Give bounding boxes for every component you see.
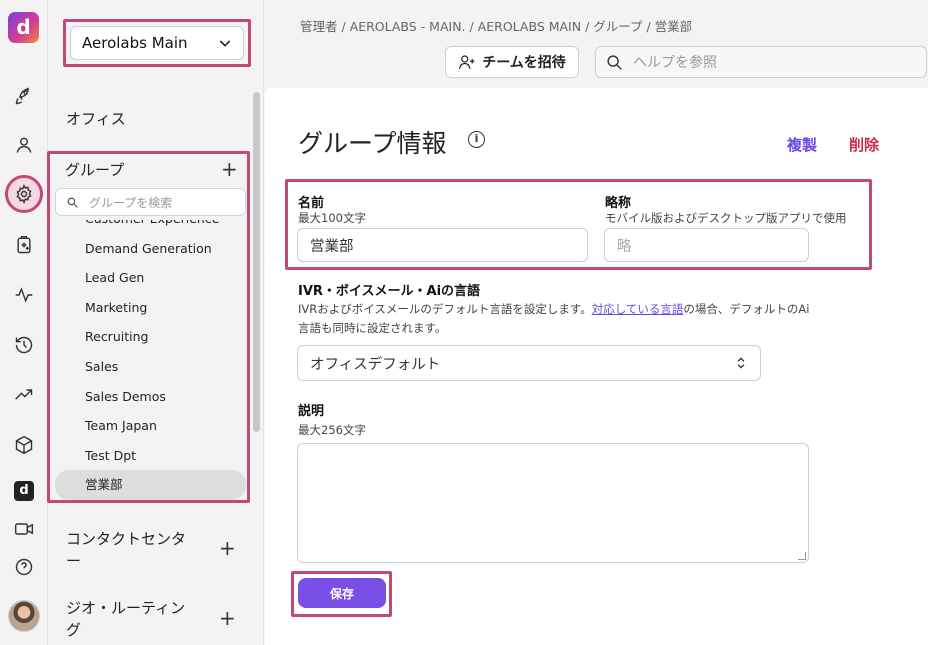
sidebar-item-geo-routing[interactable]: ジオ・ルーティン グ — [66, 597, 185, 641]
workspace-select[interactable]: Aerolabs Main — [70, 26, 244, 60]
page-title: グループ情報 — [298, 129, 447, 158]
info-icon[interactable]: i — [468, 131, 485, 148]
contact-center-label-line1: コンタクトセンタ — [66, 530, 187, 548]
search-icon — [67, 197, 78, 208]
group-item[interactable]: Sales — [53, 352, 246, 382]
help-search-input[interactable]: ヘルプを参照 — [595, 46, 927, 78]
abbreviation-label: 略称 — [605, 196, 632, 211]
groups-heading: グループ — [65, 161, 125, 179]
duplicate-button[interactable]: 複製 — [787, 134, 817, 155]
geo-routing-label-line2: グ — [66, 621, 82, 639]
history-icon[interactable] — [11, 332, 37, 358]
geo-routing-label-line1: ジオ・ルーティン — [66, 599, 186, 617]
sidebar-item-office[interactable]: オフィス — [66, 108, 126, 129]
description-label: 説明 — [298, 404, 325, 419]
invite-team-button[interactable]: チームを招待 — [445, 46, 579, 78]
icon-rail: d d — [0, 0, 48, 645]
language-description: IVRおよびボイスメールのデフォルト言語を設定します。対応している言語の場合、デ… — [298, 300, 818, 338]
cube-icon[interactable] — [11, 432, 37, 458]
name-value: 営業部 — [310, 238, 354, 255]
group-item[interactable]: Marketing — [53, 293, 246, 323]
workspace-highlight: Aerolabs Main — [63, 19, 251, 67]
group-search-input[interactable]: グループを検索 — [55, 188, 246, 216]
delete-button[interactable]: 削除 — [849, 134, 879, 155]
workspace-name: Aerolabs Main — [82, 34, 188, 52]
invite-team-label: チームを招待 — [482, 55, 566, 71]
name-field[interactable]: 営業部 — [297, 228, 588, 262]
group-info-panel: グループ情報 i 複製 削除 名前 最大100文字 営業部 略称 モバイル版およ… — [265, 88, 928, 645]
add-group-plus-icon[interactable]: + — [221, 157, 238, 181]
settings-sidebar: Aerolabs Main オフィス グループ + グループを検索 Custom… — [47, 0, 264, 645]
person-icon[interactable] — [11, 132, 37, 158]
sidebar-item-contact-center[interactable]: コンタクトセンタ ー — [66, 528, 186, 572]
rocket-icon[interactable] — [11, 83, 37, 109]
abbreviation-hint: モバイル版およびデスクトップ版アプリで使用 — [605, 211, 847, 225]
description-textarea[interactable] — [297, 443, 809, 563]
gear-icon[interactable] — [5, 175, 43, 213]
group-item[interactable]: Test Dpt — [53, 441, 246, 471]
save-button[interactable]: 保存 — [298, 578, 386, 608]
group-item-selected[interactable]: 営業部 — [55, 470, 246, 500]
add-geo-routing-plus-icon[interactable]: + — [219, 606, 236, 630]
d-app-icon[interactable]: d — [11, 478, 37, 504]
name-hint: 最大100文字 — [298, 211, 366, 225]
resize-grip-icon[interactable] — [798, 552, 806, 560]
contact-center-label-line2: ー — [66, 552, 82, 570]
chevron-down-icon — [219, 40, 231, 47]
help-search-placeholder: ヘルプを参照 — [633, 55, 717, 71]
activity-icon[interactable] — [11, 282, 37, 308]
group-search-placeholder: グループを検索 — [89, 195, 173, 210]
clipboard-sparkle-icon[interactable] — [11, 232, 37, 258]
supported-languages-link[interactable]: 対応している言語 — [592, 302, 684, 316]
group-item[interactable]: Team Japan — [53, 411, 246, 441]
chevron-up-down-icon — [737, 357, 745, 369]
language-select-value: オフィスデフォルト — [310, 356, 441, 373]
help-icon[interactable] — [11, 554, 37, 580]
group-list: Customer Experience Demand Generation Le… — [53, 220, 246, 503]
name-fields-highlight: 名前 最大100文字 営業部 略称 モバイル版およびデスクトップ版アプリで使用 … — [285, 179, 872, 270]
add-contact-center-plus-icon[interactable]: + — [219, 536, 236, 560]
group-item[interactable]: Sales Demos — [53, 382, 246, 412]
language-description-text-1: IVRおよびボイスメールのデフォルト言語を設定します。 — [298, 302, 592, 316]
group-item[interactable]: Lead Gen — [53, 263, 246, 293]
group-item[interactable]: Demand Generation — [53, 234, 246, 264]
language-label: IVR・ボイスメール・Aiの言語 — [298, 284, 481, 299]
sidebar-scrollbar[interactable] — [253, 92, 260, 432]
user-avatar[interactable] — [8, 600, 40, 632]
video-icon[interactable] — [11, 516, 37, 542]
language-select[interactable]: オフィスデフォルト — [297, 345, 761, 381]
group-item[interactable]: Recruiting — [53, 322, 246, 352]
save-highlight: 保存 — [291, 571, 392, 617]
breadcrumb[interactable]: 管理者 / AEROLABS - MAIN. / AEROLABS MAIN /… — [300, 16, 692, 35]
search-icon — [607, 54, 622, 70]
name-label: 名前 — [298, 196, 325, 211]
app-logo[interactable]: d — [8, 12, 39, 43]
d-app-label: d — [14, 481, 34, 501]
abbreviation-field[interactable]: 略 — [604, 228, 809, 262]
group-item[interactable]: Customer Experience — [53, 220, 246, 234]
description-hint: 最大256文字 — [298, 423, 366, 437]
abbreviation-placeholder: 略 — [617, 238, 632, 255]
person-add-icon — [459, 55, 475, 69]
groups-highlight: グループ + グループを検索 Customer Experience Deman… — [47, 151, 250, 503]
trend-icon[interactable] — [11, 382, 37, 408]
